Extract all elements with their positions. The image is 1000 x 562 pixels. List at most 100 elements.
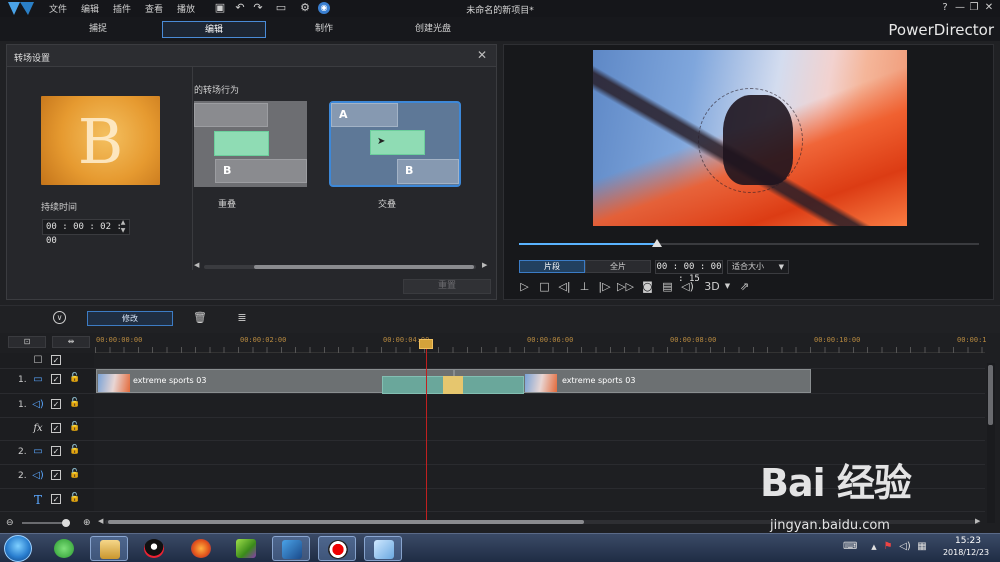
lock-icon[interactable]: 🔓 [69, 373, 80, 385]
3d-button[interactable]: 3D [704, 279, 720, 294]
taskbar-app-powerdirector[interactable] [272, 536, 310, 561]
track-audio-1: 1. ◁) ✓ 🔓 [0, 394, 985, 418]
settings-icon[interactable]: ⚙ [299, 2, 311, 14]
play-icon[interactable]: ▷ [517, 279, 532, 294]
horizontal-scroll-thumb[interactable] [108, 520, 584, 524]
menu-view[interactable]: 查看 [145, 2, 163, 15]
scroll-left-icon[interactable]: ◀ [98, 517, 103, 525]
menu-file[interactable]: 文件 [49, 2, 67, 15]
vertical-scroll-thumb[interactable] [988, 365, 993, 425]
zoom-out-icon[interactable]: ⊖ [6, 518, 14, 528]
chevron-down-icon[interactable]: ▼ [720, 279, 735, 294]
playhead-handle[interactable] [419, 339, 433, 349]
subtitle-icon[interactable]: ▤ [660, 279, 675, 294]
redo-icon[interactable]: ↷ [252, 2, 264, 14]
clock-time[interactable]: 15:23 [940, 536, 996, 546]
zoom-in-icon[interactable]: ⊕ [83, 518, 91, 528]
minimize-button[interactable]: — [953, 1, 967, 15]
undo-icon[interactable]: ↶ [234, 2, 246, 14]
taskbar-app-camtasia[interactable] [227, 536, 265, 561]
menu-play[interactable]: 播放 [177, 2, 195, 15]
aspect-ratio-icon[interactable]: ▭ [272, 2, 290, 14]
menu-edit[interactable]: 编辑 [81, 2, 99, 15]
tab-edit[interactable]: 编辑 [162, 21, 266, 38]
track-enable-checkbox[interactable]: ✓ [51, 494, 61, 504]
prev-frame-icon[interactable]: ◁| [557, 279, 572, 294]
taskbar-app-explorer[interactable] [90, 536, 128, 561]
lock-icon[interactable]: 🔓 [69, 493, 80, 505]
track-enable-checkbox[interactable]: ✓ [51, 446, 61, 456]
taskbar-app-qq[interactable] [135, 536, 173, 561]
scroll-right-icon[interactable]: ▶ [482, 261, 487, 269]
security-icon[interactable]: ⚑ [882, 541, 894, 553]
start-button[interactable] [4, 535, 32, 562]
storyboard-view-icon[interactable]: ⊡ [8, 336, 46, 348]
track-enable-checkbox[interactable]: ✓ [51, 470, 61, 480]
snapshot-icon[interactable]: ◙ [640, 279, 655, 294]
network-icon[interactable]: ▦ [916, 541, 928, 553]
zoom-slider-handle[interactable] [62, 519, 70, 527]
scroll-left-icon[interactable]: ◀ [194, 261, 199, 269]
delete-icon[interactable]: 🗑 [192, 310, 208, 326]
track-enable-checkbox[interactable]: ✓ [51, 399, 61, 409]
fast-forward-icon[interactable]: ▷▷ [617, 279, 634, 294]
lock-icon[interactable]: 🔓 [69, 398, 80, 410]
stop-icon[interactable]: □ [537, 279, 552, 294]
lock-icon[interactable]: 🔓 [69, 422, 80, 434]
mark-icon[interactable]: ⊥ [577, 279, 592, 294]
lock-icon[interactable]: 🔓 [69, 469, 80, 481]
scrubber-handle[interactable] [652, 239, 662, 247]
tray-expand-icon[interactable]: ▲ [868, 541, 880, 553]
duration-stepper[interactable]: ▲ ▼ [117, 219, 129, 235]
fit-timeline-icon[interactable]: ⇹ [52, 336, 90, 348]
movie-mode-button[interactable]: 全片 [585, 260, 651, 273]
help-button[interactable]: ? [938, 1, 952, 15]
transition-behavior-cross[interactable]: A ➤ B [329, 101, 461, 187]
clip-mode-button[interactable]: 片段 [519, 260, 585, 273]
cross-label: 交叠 [377, 200, 396, 210]
reset-button[interactable]: 重置 [403, 279, 491, 294]
tab-produce[interactable]: 制作 [272, 21, 376, 38]
close-window-button[interactable]: ✕ [982, 1, 996, 15]
track-all-checkbox[interactable]: ☐ [31, 354, 45, 368]
fit-size-select[interactable]: 适合大小 ▼ [727, 260, 789, 274]
track-header-row: ☐ ✓ [0, 353, 985, 369]
track-enable-all-checkbox[interactable]: ✓ [51, 355, 61, 365]
taskbar-app-notes[interactable] [364, 536, 402, 561]
ruler-tick: 00:00:10:00 [814, 336, 861, 344]
expand-icon[interactable]: ∨ [53, 311, 66, 324]
panel-divider [192, 67, 193, 270]
save-icon[interactable]: ▣ [214, 2, 226, 14]
keyboard-icon[interactable]: ⌨ [843, 541, 857, 553]
taskbar-app-firefox[interactable] [182, 536, 220, 561]
volume-tray-icon[interactable]: ◁) [899, 541, 911, 553]
transition-behavior-overlap[interactable]: B [194, 101, 307, 187]
track-enable-checkbox[interactable]: ✓ [51, 374, 61, 384]
close-icon[interactable]: ✕ [477, 48, 487, 62]
scroll-right-icon[interactable]: ▶ [975, 517, 980, 525]
restore-button[interactable]: ❐ [967, 1, 981, 15]
list-icon[interactable]: ≣ [234, 310, 250, 326]
transition-marker [443, 376, 463, 394]
behavior-scrollbar[interactable]: ◀ ▶ [194, 261, 489, 271]
ruler-tick: 00:00:02:00 [240, 336, 287, 344]
scroll-thumb[interactable] [254, 265, 474, 269]
next-frame-icon[interactable]: |▷ [597, 279, 612, 294]
popout-icon[interactable]: ⇗ [737, 279, 752, 294]
clock-date[interactable]: 2018/12/23 [936, 548, 996, 557]
account-icon[interactable]: ◉ [318, 2, 330, 14]
lock-icon[interactable]: 🔓 [69, 445, 80, 457]
menu-plugins[interactable]: 插件 [113, 2, 131, 15]
taskbar-app-360[interactable] [45, 536, 83, 561]
modify-button[interactable]: 修改 [87, 311, 173, 326]
track-number: 2. [18, 447, 27, 457]
tab-capture[interactable]: 捕捉 [46, 21, 150, 38]
track-enable-checkbox[interactable]: ✓ [51, 423, 61, 433]
clip-name: extreme sports 03 [562, 376, 636, 385]
volume-icon[interactable]: ◁) [680, 279, 695, 294]
track-audio-2: 2. ◁) ✓ 🔓 [0, 465, 985, 489]
taskbar-app-recorder[interactable] [318, 536, 356, 561]
track-number: 1. [18, 375, 27, 385]
tab-create-disc[interactable]: 创建光盘 [381, 21, 485, 38]
timecode-display[interactable]: 00 : 00 : 00 : 15 [655, 260, 723, 284]
